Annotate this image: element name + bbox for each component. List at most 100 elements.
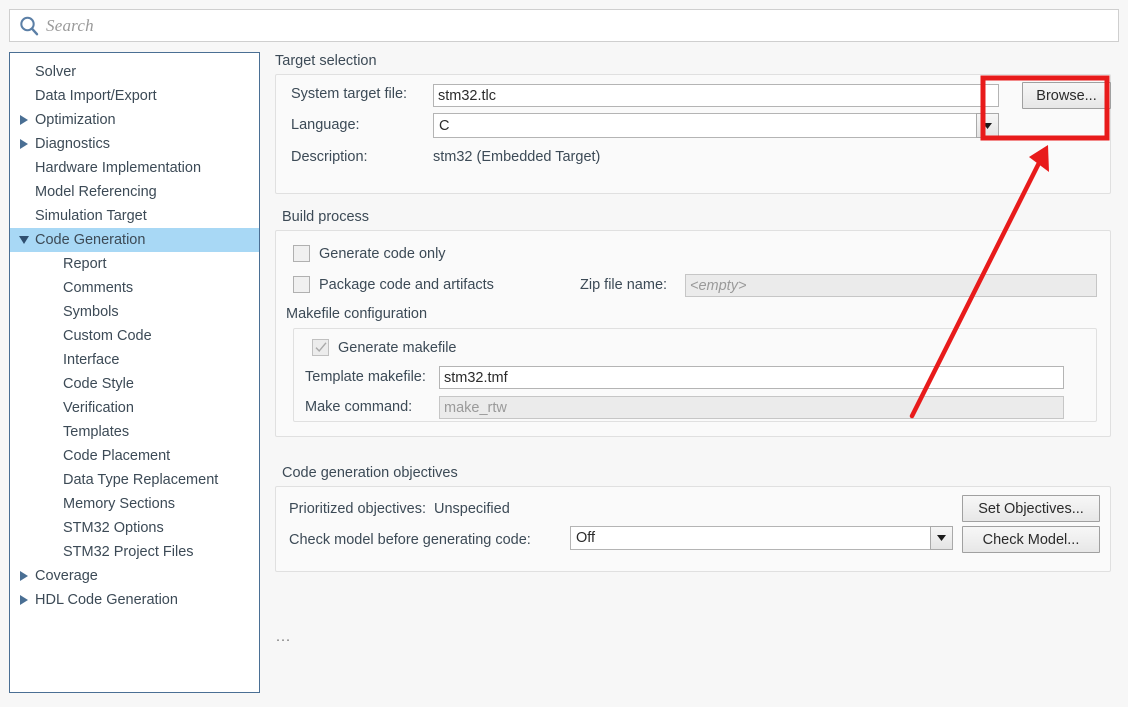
config-parameters-dialog: Search Solver Data Import/Export Optimizat… xyxy=(0,0,1128,707)
sidebar-item-coverage[interactable]: Coverage xyxy=(10,564,259,588)
code-gen-objectives-group: Prioritized objectives: Unspecified Set … xyxy=(275,486,1111,572)
language-label: Language: xyxy=(291,117,360,133)
sidebar-item-memory-sections[interactable]: Memory Sections xyxy=(10,492,259,516)
sidebar-item-optimization[interactable]: Optimization xyxy=(10,108,259,132)
sidebar-item-hdl-code-generation[interactable]: HDL Code Generation xyxy=(10,588,259,612)
generate-code-only-row[interactable]: Generate code only xyxy=(293,245,446,262)
sidebar-item-label: Memory Sections xyxy=(60,496,175,512)
search-icon xyxy=(18,15,40,37)
check-model-select[interactable]: Off xyxy=(570,526,953,550)
check-icon xyxy=(315,342,327,353)
generate-makefile-checkbox[interactable] xyxy=(312,339,329,356)
sidebar-item-label: Data Import/Export xyxy=(32,88,157,104)
set-objectives-button[interactable]: Set Objectives... xyxy=(962,495,1100,522)
sidebar-item-solver[interactable]: Solver xyxy=(10,60,259,84)
sidebar-item-label: Interface xyxy=(60,352,119,368)
settings-tree[interactable]: Solver Data Import/Export Optimization Diag… xyxy=(9,52,260,693)
zip-file-input[interactable]: <empty> xyxy=(685,274,1097,297)
sidebar-item-comments[interactable]: Comments xyxy=(10,276,259,300)
sidebar-item-symbols[interactable]: Symbols xyxy=(10,300,259,324)
sidebar-item-label: Solver xyxy=(32,64,76,80)
sidebar-item-verification[interactable]: Verification xyxy=(10,396,259,420)
make-command-value: make_rtw xyxy=(444,400,507,416)
system-target-file-input[interactable]: stm32.tlc xyxy=(433,84,999,107)
sidebar-item-code-style[interactable]: Code Style xyxy=(10,372,259,396)
sidebar-item-label: Simulation Target xyxy=(32,208,147,224)
zip-file-placeholder: <empty> xyxy=(690,278,746,294)
sidebar-item-model-referencing[interactable]: Model Referencing xyxy=(10,180,259,204)
sidebar-item-simulation-target[interactable]: Simulation Target xyxy=(10,204,259,228)
sidebar-item-code-placement[interactable]: Code Placement xyxy=(10,444,259,468)
check-model-button[interactable]: Check Model... xyxy=(962,526,1100,553)
check-model-row: Check model before generating code: Off … xyxy=(289,532,1099,548)
sidebar-item-hardware-implementation[interactable]: Hardware Implementation xyxy=(10,156,259,180)
check-model-value: Off xyxy=(576,530,595,546)
sidebar-item-label: STM32 Project Files xyxy=(60,544,194,560)
browse-button[interactable]: Browse... xyxy=(1022,82,1111,109)
generate-code-only-label: Generate code only xyxy=(319,246,446,262)
check-model-button-label: Check Model... xyxy=(983,532,1080,548)
build-process-group: Generate code only Package code and arti… xyxy=(275,230,1111,437)
sidebar-item-templates[interactable]: Templates xyxy=(10,420,259,444)
template-makefile-label: Template makefile: xyxy=(305,369,426,385)
make-command-row: Make command: make_rtw xyxy=(305,399,1085,415)
chevron-right-icon[interactable] xyxy=(16,595,32,605)
template-makefile-input[interactable]: stm32.tmf xyxy=(439,366,1064,389)
system-target-file-value: stm32.tlc xyxy=(438,88,496,104)
make-command-input[interactable]: make_rtw xyxy=(439,396,1064,419)
chevron-down-icon[interactable] xyxy=(976,113,999,138)
chevron-down-icon[interactable] xyxy=(930,526,953,550)
makefile-config-title: Makefile configuration xyxy=(286,305,427,323)
description-row: Description: stm32 (Embedded Target) xyxy=(291,149,1097,165)
chevron-right-icon[interactable] xyxy=(16,115,32,125)
package-code-checkbox[interactable] xyxy=(293,276,310,293)
sidebar-item-data-type-replacement[interactable]: Data Type Replacement xyxy=(10,468,259,492)
sidebar-item-label: Comments xyxy=(60,280,133,296)
zip-file-row: Zip file name: <empty> xyxy=(580,277,1097,293)
search-input[interactable]: Search xyxy=(9,9,1119,42)
language-value: C xyxy=(439,118,449,134)
sidebar-item-label: Code Generation xyxy=(32,232,145,248)
package-code-row[interactable]: Package code and artifacts xyxy=(293,276,494,293)
sidebar-item-label: Verification xyxy=(60,400,134,416)
language-select[interactable]: C xyxy=(433,113,999,138)
sidebar-item-label: Diagnostics xyxy=(32,136,110,152)
browse-button-label: Browse... xyxy=(1036,88,1096,104)
sidebar-item-custom-code[interactable]: Custom Code xyxy=(10,324,259,348)
check-model-label: Check model before generating code: xyxy=(289,532,531,548)
chevron-right-icon[interactable] xyxy=(16,571,32,581)
description-value: stm32 (Embedded Target) xyxy=(433,149,600,165)
overflow-indicator: ... xyxy=(276,629,291,645)
sidebar-item-label: Code Placement xyxy=(60,448,170,464)
template-makefile-row: Template makefile: stm32.tmf xyxy=(305,369,1085,385)
system-target-file-label: System target file: xyxy=(291,86,407,102)
target-selection-title: Target selection xyxy=(275,52,1118,70)
make-command-label: Make command: xyxy=(305,399,412,415)
sidebar-item-stm32-project-files[interactable]: STM32 Project Files xyxy=(10,540,259,564)
zip-file-label: Zip file name: xyxy=(580,277,667,293)
makefile-config-group: Generate makefile Template makefile: stm… xyxy=(293,328,1097,422)
settings-pane: Target selection System target file: stm… xyxy=(268,52,1118,697)
sidebar-item-label: Code Style xyxy=(60,376,134,392)
sidebar-item-label: Report xyxy=(60,256,107,272)
search-placeholder: Search xyxy=(46,16,94,36)
sidebar-item-stm32-options[interactable]: STM32 Options xyxy=(10,516,259,540)
tree-list: Solver Data Import/Export Optimization Diag… xyxy=(10,53,259,612)
code-gen-objectives-title: Code generation objectives xyxy=(282,464,458,482)
sidebar-item-diagnostics[interactable]: Diagnostics xyxy=(10,132,259,156)
sidebar-item-label: Data Type Replacement xyxy=(60,472,218,488)
sidebar-item-report[interactable]: Report xyxy=(10,252,259,276)
sidebar-item-code-generation[interactable]: Code Generation xyxy=(10,228,259,252)
chevron-down-icon[interactable] xyxy=(16,236,32,244)
chevron-right-icon[interactable] xyxy=(16,139,32,149)
sidebar-item-label: Templates xyxy=(60,424,129,440)
generate-code-only-checkbox[interactable] xyxy=(293,245,310,262)
prioritized-objectives-value: Unspecified xyxy=(434,501,510,517)
generate-makefile-row[interactable]: Generate makefile xyxy=(312,339,456,356)
sidebar-item-interface[interactable]: Interface xyxy=(10,348,259,372)
prioritized-objectives-row: Prioritized objectives: Unspecified Set … xyxy=(289,501,1099,517)
sidebar-item-label: Optimization xyxy=(32,112,116,128)
sidebar-item-data-import-export[interactable]: Data Import/Export xyxy=(10,84,259,108)
package-code-label: Package code and artifacts xyxy=(319,277,494,293)
sidebar-item-label: Hardware Implementation xyxy=(32,160,201,176)
